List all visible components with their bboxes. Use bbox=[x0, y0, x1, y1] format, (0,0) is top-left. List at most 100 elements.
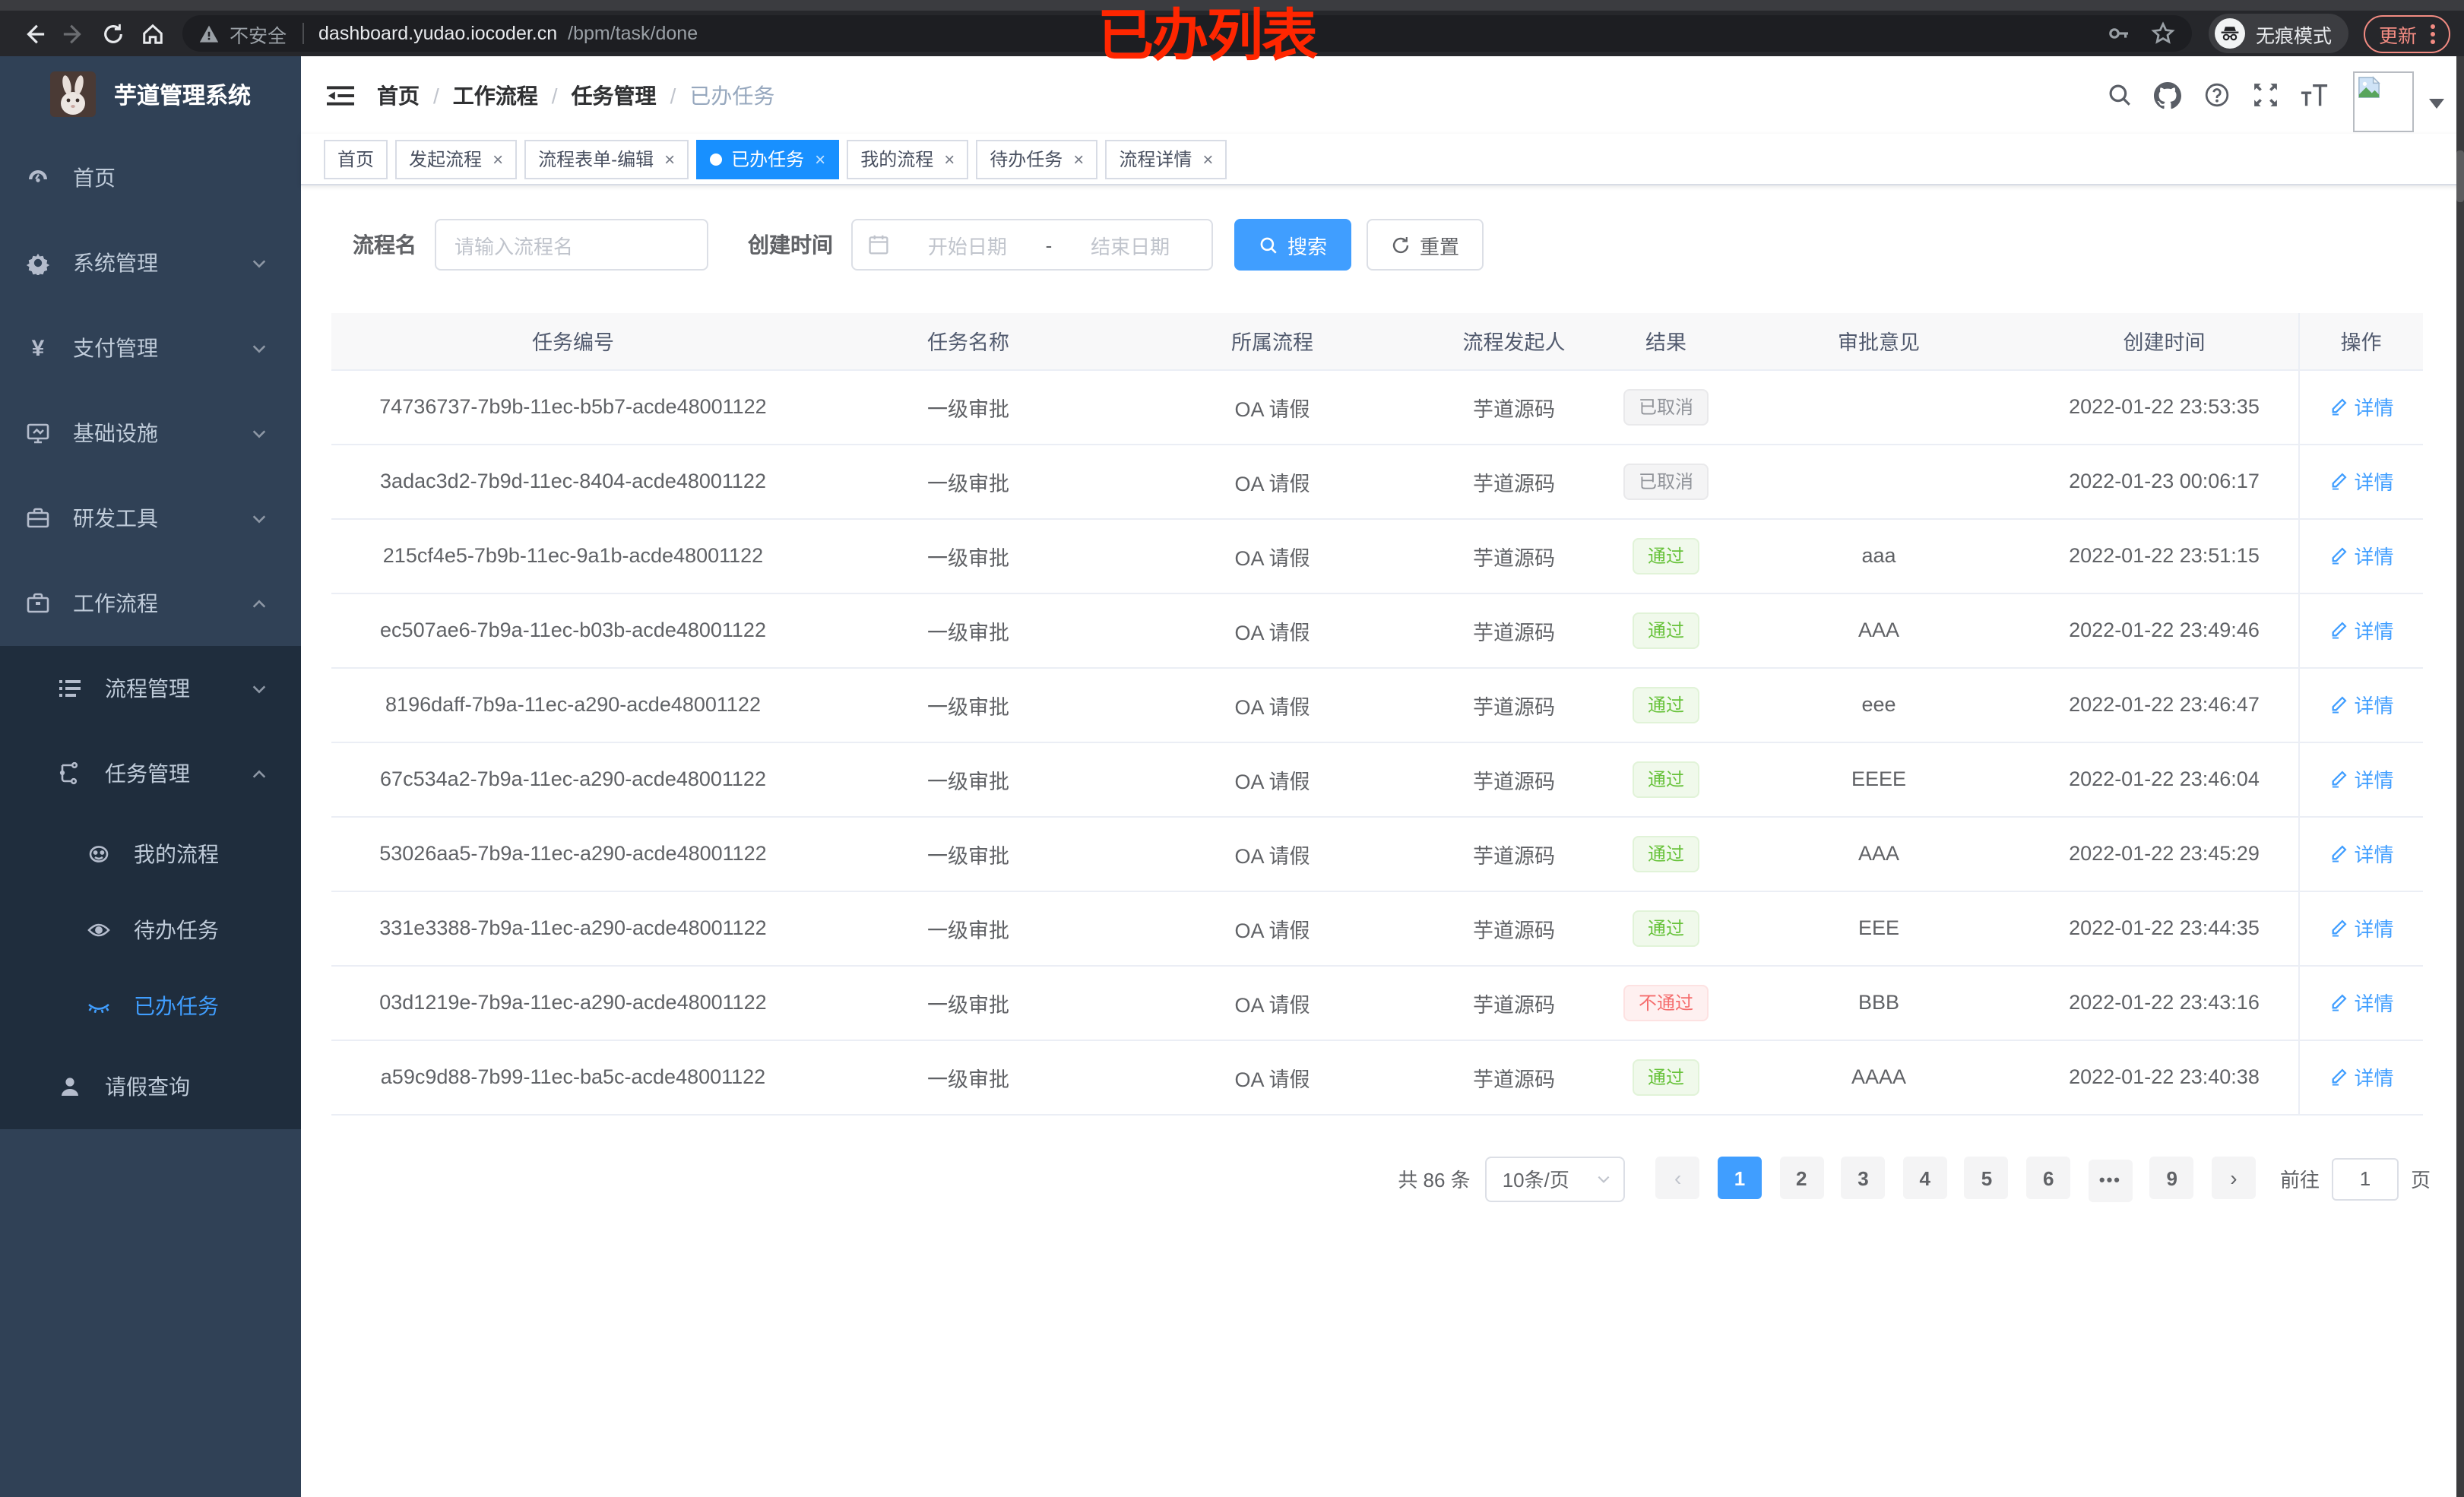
warning-triangle-icon[interactable] bbox=[199, 24, 219, 43]
tab[interactable]: 首页 × bbox=[324, 139, 388, 179]
tab[interactable]: 我的流程 × bbox=[847, 139, 969, 179]
close-icon[interactable]: × bbox=[944, 148, 955, 169]
date-range-picker[interactable]: 开始日期 - 结束日期 bbox=[851, 219, 1213, 271]
collapse-sidebar-icon[interactable] bbox=[321, 75, 360, 115]
goto-label: 前往 bbox=[2279, 1169, 2320, 1192]
breadcrumb-item[interactable]: 任务管理 bbox=[572, 83, 657, 107]
star-icon[interactable] bbox=[2151, 21, 2175, 46]
detail-link[interactable]: 详情 bbox=[2328, 913, 2394, 942]
breadcrumb-item[interactable]: 首页 bbox=[377, 83, 420, 107]
cell-created: 2022-01-22 23:40:38 bbox=[2031, 1040, 2298, 1115]
detail-link[interactable]: 详情 bbox=[2328, 467, 2394, 495]
page-buttons: ‹ 1 2 3 4 5 6 ••• 9 › bbox=[1650, 1156, 2262, 1201]
logo-row[interactable]: 芋道管理系统 bbox=[0, 56, 301, 132]
sidebar-item-leave-query[interactable]: 请假查询 bbox=[0, 1044, 301, 1129]
close-icon[interactable]: × bbox=[815, 148, 825, 169]
sidebar-item-task-mgmt[interactable]: 任务管理 bbox=[0, 731, 301, 816]
tab-label: 流程表单-编辑 bbox=[538, 149, 654, 170]
chevron-down-icon bbox=[251, 340, 268, 356]
sidebar-item-system[interactable]: 系统管理 bbox=[0, 220, 301, 305]
tab[interactable]: 已办任务 × bbox=[696, 139, 840, 179]
edit-pencil-icon bbox=[2332, 919, 2347, 937]
font-size-icon[interactable] bbox=[2289, 71, 2338, 119]
caret-down-icon[interactable] bbox=[2429, 99, 2444, 109]
cell-initiator: 芋道源码 bbox=[1423, 1040, 1605, 1115]
col-actions: 操作 bbox=[2298, 313, 2423, 370]
cell-initiator: 芋道源码 bbox=[1423, 369, 1605, 445]
breadcrumb-item[interactable]: 已办任务 bbox=[689, 83, 774, 107]
incognito-icon bbox=[2214, 18, 2245, 49]
page-button[interactable]: 5 bbox=[1964, 1157, 2009, 1199]
avatar[interactable] bbox=[2353, 71, 2414, 131]
tab[interactable]: 待办任务 × bbox=[976, 139, 1098, 179]
sidebar-item-home[interactable]: 首页 bbox=[0, 135, 301, 220]
tags-view: 首页 × 发起流程 × 流程表单-编辑 × bbox=[301, 134, 2464, 185]
goto-page-input[interactable]: 1 bbox=[2331, 1157, 2399, 1200]
scrollbar-thumb[interactable] bbox=[2456, 150, 2464, 202]
sidebar-item-my-process[interactable]: 我的流程 bbox=[0, 816, 301, 892]
reset-button[interactable]: 重置 bbox=[1367, 219, 1484, 271]
search-button[interactable]: 搜索 bbox=[1234, 219, 1352, 271]
menu-kebab-icon[interactable] bbox=[2431, 24, 2435, 43]
sidebar-item-devtools[interactable]: 研发工具 bbox=[0, 476, 301, 561]
cell-comment: AAA bbox=[1727, 593, 2031, 668]
detail-link[interactable]: 详情 bbox=[2328, 1062, 2394, 1091]
sidebar-item-todo-tasks[interactable]: 待办任务 bbox=[0, 892, 301, 968]
cell-task-id: 03d1219e-7b9a-11ec-a290-acde48001122 bbox=[331, 965, 815, 1040]
update-button[interactable]: 更新 bbox=[2363, 14, 2450, 52]
sidebar: 芋道管理系统 首页 系统管理 ¥ 支付管理 基础设施 研发工具 工作流程 流程管… bbox=[0, 56, 301, 1497]
close-icon[interactable]: × bbox=[664, 148, 675, 169]
process-name-input[interactable]: 请输入流程名 bbox=[435, 219, 708, 271]
detail-link[interactable]: 详情 bbox=[2328, 392, 2394, 421]
result-tag: 通过 bbox=[1632, 686, 1699, 723]
cell-process: OA 请假 bbox=[1122, 965, 1423, 1040]
home-icon[interactable] bbox=[132, 15, 172, 52]
page-button[interactable]: 4 bbox=[1902, 1157, 1947, 1199]
cell-initiator: 芋道源码 bbox=[1423, 593, 1605, 668]
cell-task-id: 53026aa5-7b9a-11ec-a290-acde48001122 bbox=[331, 816, 815, 891]
breadcrumb-item[interactable]: 工作流程 bbox=[453, 83, 538, 107]
help-icon[interactable] bbox=[2192, 71, 2241, 119]
fullscreen-icon[interactable] bbox=[2241, 71, 2289, 119]
cell-process: OA 请假 bbox=[1122, 667, 1423, 742]
page-button[interactable]: 3 bbox=[1841, 1157, 1886, 1199]
flow-icon bbox=[58, 761, 82, 786]
page-button[interactable]: › bbox=[2211, 1156, 2256, 1198]
sidebar-item-payment[interactable]: ¥ 支付管理 bbox=[0, 305, 301, 391]
detail-link[interactable]: 详情 bbox=[2328, 764, 2394, 793]
page-button[interactable]: ‹ bbox=[1655, 1156, 1700, 1198]
page-button[interactable]: 1 bbox=[1717, 1157, 1762, 1199]
close-icon[interactable]: × bbox=[492, 148, 503, 169]
key-icon[interactable] bbox=[2107, 21, 2131, 46]
cell-task-id: 3adac3d2-7b9d-11ec-8404-acde48001122 bbox=[331, 444, 815, 519]
total-count: 共 86 条 bbox=[1398, 1169, 1471, 1192]
page-button[interactable]: 2 bbox=[1779, 1157, 1824, 1199]
page-scrollbar[interactable] bbox=[2456, 56, 2464, 1497]
page-button[interactable]: ••• bbox=[2088, 1159, 2133, 1201]
page-button[interactable]: 9 bbox=[2149, 1157, 2194, 1199]
back-arrow-icon[interactable] bbox=[14, 15, 53, 52]
date-separator: - bbox=[1045, 233, 1053, 256]
list-tree-icon bbox=[58, 676, 82, 701]
update-label: 更新 bbox=[2378, 25, 2417, 46]
reload-icon[interactable] bbox=[93, 15, 132, 52]
close-icon[interactable]: × bbox=[1073, 148, 1084, 169]
page-size-select[interactable]: 10条/页 bbox=[1485, 1156, 1626, 1201]
detail-link[interactable]: 详情 bbox=[2328, 690, 2394, 719]
close-icon[interactable]: × bbox=[1202, 148, 1213, 169]
detail-link[interactable]: 详情 bbox=[2328, 541, 2394, 570]
sidebar-item-process-mgmt[interactable]: 流程管理 bbox=[0, 646, 301, 731]
tab[interactable]: 流程表单-编辑 × bbox=[524, 139, 689, 179]
detail-link[interactable]: 详情 bbox=[2328, 988, 2394, 1017]
detail-link[interactable]: 详情 bbox=[2328, 839, 2394, 868]
tab[interactable]: 发起流程 × bbox=[395, 139, 518, 179]
sidebar-item-infra[interactable]: 基础设施 bbox=[0, 391, 301, 476]
search-icon[interactable] bbox=[2095, 71, 2143, 119]
page-button[interactable]: 6 bbox=[2026, 1157, 2071, 1199]
github-icon[interactable] bbox=[2143, 71, 2192, 119]
sidebar-item-done-tasks[interactable]: 已办任务 bbox=[0, 968, 301, 1044]
detail-link[interactable]: 详情 bbox=[2328, 616, 2394, 644]
tab[interactable]: 流程详情 × bbox=[1105, 139, 1227, 179]
incognito-badge: 无痕模式 bbox=[2208, 14, 2348, 53]
sidebar-item-workflow[interactable]: 工作流程 bbox=[0, 561, 301, 646]
